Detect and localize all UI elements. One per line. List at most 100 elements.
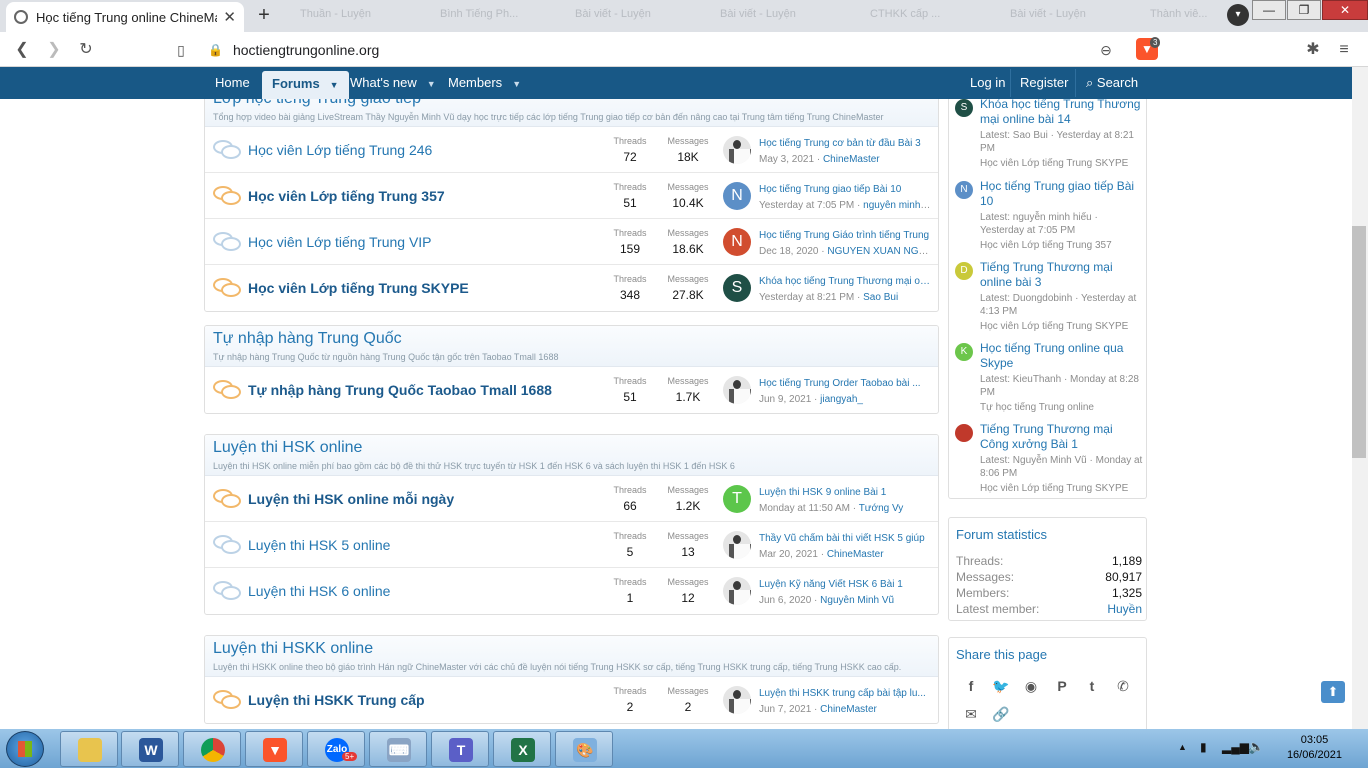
category-title[interactable]: Luyện thi HSK online [213,439,930,457]
forum-node-title[interactable]: Luyện thi HSK online mỗi ngày [248,491,454,507]
pinterest-icon[interactable]: P [1052,676,1072,696]
last-post-title[interactable]: Luyện thi HSK 9 online Bài 1 [759,487,931,498]
background-tab[interactable]: Bài viết - Luyện [720,8,796,24]
forum-node-title[interactable]: Tự nhập hàng Trung Quốc Taobao Tmall 168… [248,382,552,398]
category-title[interactable]: Lớp học tiếng Trung giao tiếp [213,99,930,108]
last-post-title[interactable]: Khóa học tiếng Trung Thương mại online [759,276,931,287]
last-post-user[interactable]: ChineMaster [823,154,880,165]
taskbar-zalo[interactable]: Zalo 5+ [307,731,365,767]
chevron-down-icon[interactable]: ▼ [330,80,339,90]
minimize-button[interactable]: — [1252,0,1286,20]
taskbar-teams[interactable]: T [431,731,489,767]
latest-post-title[interactable]: Khóa học tiếng Trung Thương mại online b… [980,99,1144,127]
tab-close-icon[interactable]: ✕ [223,8,236,26]
avatar[interactable]: K [955,343,973,361]
nav-whats-new[interactable]: What's new ▼ [340,67,446,99]
background-tab[interactable]: Bài viết - Luyện [1010,8,1086,24]
avatar[interactable] [955,424,973,442]
last-post-user[interactable]: nguyễn minh hiếu [863,200,931,211]
address-bar[interactable]: 🔒 hoctiengtrungonline.org [206,36,1124,63]
forum-node-title[interactable]: Luyện thi HSK 6 online [248,583,390,599]
avatar[interactable]: S [723,274,751,302]
forum-node-title[interactable]: Luyện thi HSK 5 online [248,537,390,553]
latest-post-forum[interactable]: Học viên Lớp tiếng Trung SKYPE [980,320,1144,333]
last-post-title[interactable]: Học tiếng Trung Order Taobao bài ... [759,378,931,389]
network-icon[interactable]: ▂▄▆ [1222,740,1249,754]
taskbar-chrome[interactable] [183,731,241,767]
avatar[interactable]: D [955,262,973,280]
last-post-user[interactable]: Nguyễn Minh Vũ [820,595,894,606]
background-tab[interactable]: Thuần - Luyện [300,8,371,24]
reddit-icon[interactable]: ◉ [1021,676,1041,696]
back-to-top-button[interactable]: ⬆ [1321,681,1345,703]
last-post-title[interactable]: Luyện Kỹ năng Viết HSK 6 Bài 1 [759,579,931,590]
latest-post-forum[interactable]: Học viên Lớp tiếng Trung SKYPE [980,157,1144,170]
last-post-user[interactable]: Tướng Vy [859,503,904,514]
battery-icon[interactable]: ▮ [1200,740,1207,754]
window-close-button[interactable]: ✕ [1322,0,1368,20]
tray-expand-icon[interactable]: ▲ [1178,742,1187,752]
category-title[interactable]: Tự nhập hàng Trung Quốc [213,330,930,348]
category-title[interactable]: Luyện thi HSKK online [213,640,930,658]
forum-node-title[interactable]: Học viên Lớp tiếng Trung 357 [248,188,445,204]
scrollbar-thumb[interactable] [1352,226,1366,458]
forum-node-title[interactable]: Luyện thi HSKK Trung cấp [248,692,425,708]
avatar[interactable] [723,577,751,605]
forward-icon[interactable]: ❯ [43,39,65,61]
avatar[interactable] [723,686,751,714]
background-tab[interactable]: CTHKK cấp ... [870,8,940,24]
menu-icon[interactable]: ≡ [1333,39,1355,61]
nav-home[interactable]: Home [205,67,260,99]
background-tab[interactable]: Bình Tiếng Ph... [440,8,518,24]
last-post-user[interactable]: ChineMaster [820,704,877,715]
avatar[interactable] [723,376,751,404]
volume-icon[interactable]: 🔈 [1248,739,1264,755]
taskbar-file-explorer[interactable] [60,731,118,767]
clock[interactable]: 03:05 16/06/2021 [1287,733,1342,763]
extensions-icon[interactable]: ✱ [1302,39,1324,61]
profile-menu-icon[interactable]: ▾ [1227,4,1249,26]
background-tab[interactable]: Thành viê... [1150,8,1210,24]
link-icon[interactable]: 🔗 [991,704,1011,724]
register-link[interactable]: Register [1010,67,1078,99]
tumblr-icon[interactable]: t [1082,676,1102,696]
avatar[interactable] [723,136,751,164]
chevron-down-icon[interactable]: ▼ [512,79,521,89]
stats-title[interactable]: Forum statistics [949,518,1146,542]
avatar[interactable]: N [723,182,751,210]
forum-node-title[interactable]: Học viên Lớp tiếng Trung VIP [248,234,432,250]
twitter-icon[interactable]: 🐦 [991,676,1011,696]
last-post-title[interactable]: Thầy Vũ chấm bài thi viết HSK 5 giúp [759,533,931,544]
latest-post-forum[interactable]: Học viên Lớp tiếng Trung 357 [980,239,1144,252]
latest-post-title[interactable]: Tiếng Trung Thương mại online bài 3 [980,260,1144,290]
new-tab-button[interactable]: + [252,5,276,27]
taskbar-word[interactable]: W [121,731,179,767]
start-button[interactable] [6,731,44,767]
whatsapp-icon[interactable]: ✆ [1113,676,1133,696]
avatar[interactable] [723,531,751,559]
taskbar-onscreen-keyboard[interactable]: ⌨ [369,731,427,767]
login-link[interactable]: Log in [960,67,1015,99]
avatar[interactable]: N [723,228,751,256]
chevron-down-icon[interactable]: ▼ [427,79,436,89]
email-icon[interactable]: ✉ [961,704,981,724]
avatar[interactable]: S [955,99,973,117]
taskbar-brave[interactable]: ▼ [245,731,303,767]
reload-icon[interactable]: ↻ [75,39,97,61]
taskbar-excel[interactable]: X [493,731,551,767]
zoom-icon[interactable]: ⊖ [1095,39,1117,61]
facebook-icon[interactable]: f [961,676,981,696]
last-post-user[interactable]: ChineMaster [827,549,884,560]
forum-node-title[interactable]: Học viên Lớp tiếng Trung 246 [248,142,432,158]
last-post-title[interactable]: Học tiếng Trung giao tiếp Bài 10 [759,184,931,195]
nav-members[interactable]: Members ▼ [438,67,531,99]
last-post-user[interactable]: jiangyah_ [820,394,863,405]
latest-post-forum[interactable]: Tự học tiếng Trung online [980,401,1144,414]
avatar[interactable]: T [723,485,751,513]
forum-node-title[interactable]: Học viên Lớp tiếng Trung SKYPE [248,280,469,296]
latest-post-forum[interactable]: Học viên Lớp tiếng Trung SKYPE [980,482,1144,495]
last-post-title[interactable]: Luyện thi HSKK trung cấp bài tập lu... [759,688,931,699]
taskbar-paint[interactable]: 🎨 [555,731,613,767]
latest-post-title[interactable]: Tiếng Trung Thương mại Công xưởng Bài 1 [980,422,1144,452]
back-icon[interactable]: ❮ [11,39,33,61]
